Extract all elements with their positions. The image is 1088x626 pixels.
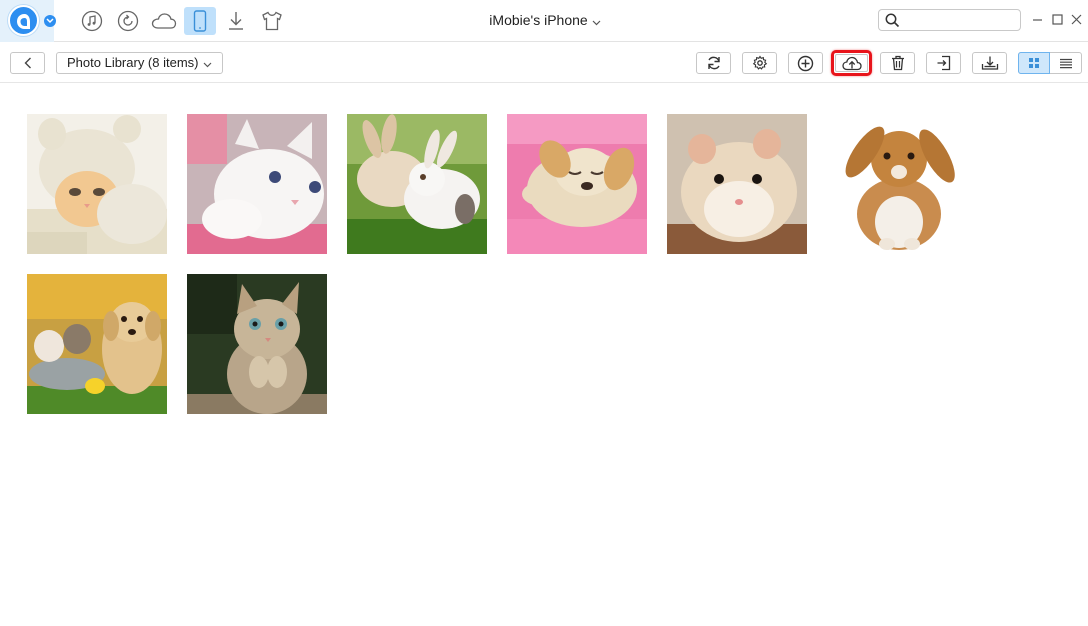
list-view-button[interactable] (1050, 53, 1081, 73)
white-kitten-photo-image (187, 114, 327, 254)
kittens-and-puppy-photo-image (27, 274, 167, 414)
title-bar: iMobie's iPhone (0, 0, 1088, 42)
library-label: Photo Library (8 items) (67, 55, 199, 70)
hamster-photo-image (667, 114, 807, 254)
photo-thumbnail[interactable] (827, 114, 967, 254)
cloud-icon[interactable] (148, 7, 180, 35)
refresh-button[interactable] (696, 52, 731, 74)
settings-icon (752, 55, 767, 70)
close-icon (1071, 14, 1081, 24)
chevron-down-icon (592, 13, 601, 29)
photo-thumbnail[interactable] (507, 114, 647, 254)
grid-view-button[interactable] (1018, 52, 1051, 74)
list-icon (1059, 58, 1072, 68)
delete-icon (891, 55, 904, 71)
export-to-device-icon (937, 55, 950, 71)
view-mode-toggle (1018, 52, 1082, 74)
search-icon (885, 13, 900, 28)
kitten-photo-image (27, 114, 167, 254)
export-to-device-button[interactable] (926, 52, 961, 74)
upload-to-cloud-button-inner[interactable] (835, 54, 868, 72)
chevron-left-icon (24, 57, 31, 69)
settings-button[interactable] (742, 52, 777, 74)
search-input[interactable] (905, 12, 1015, 28)
puppy-photo-image (507, 114, 647, 254)
export-to-pc-icon (981, 56, 998, 70)
anytrans-logo-icon[interactable] (8, 5, 39, 36)
lop-rabbit-photo-image (827, 114, 967, 254)
refresh-icon (707, 56, 720, 70)
upload-to-cloud-icon (841, 56, 862, 70)
photo-thumbnail[interactable] (667, 114, 807, 254)
add-icon (797, 55, 814, 71)
toolbar: Photo Library (8 items) (0, 43, 1088, 83)
close-button[interactable] (1068, 11, 1084, 27)
tshirt-icon[interactable] (256, 7, 288, 35)
photo-thumbnail[interactable] (187, 274, 327, 414)
photo-thumbnail[interactable] (347, 114, 487, 254)
chevron-down-icon (203, 54, 212, 74)
rabbits-photo-image (347, 114, 487, 254)
delete-button[interactable] (880, 52, 915, 74)
upload-to-cloud-button[interactable] (831, 50, 872, 76)
app-logo-area[interactable] (0, 0, 56, 42)
library-dropdown[interactable]: Photo Library (8 items) (56, 52, 223, 74)
device-name: iMobie's iPhone (489, 12, 588, 28)
download-icon[interactable] (220, 7, 252, 35)
photo-thumbnail[interactable] (27, 114, 167, 254)
tabby-kitten-photo-image (187, 274, 327, 414)
maximize-button[interactable] (1049, 11, 1065, 27)
grid-icon (1029, 58, 1039, 68)
photo-thumbnail[interactable] (27, 274, 167, 414)
search-field[interactable] (878, 9, 1021, 31)
music-icon[interactable] (76, 7, 108, 35)
export-to-pc-button[interactable] (972, 52, 1007, 74)
back-button[interactable] (10, 52, 45, 74)
chevron-down-icon[interactable] (44, 15, 56, 27)
device-selector[interactable]: iMobie's iPhone (470, 12, 620, 29)
minimize-button[interactable] (1029, 11, 1045, 27)
maximize-icon (1051, 13, 1063, 25)
minimize-icon (1032, 18, 1042, 21)
restore-icon[interactable] (112, 7, 144, 35)
photo-thumbnail[interactable] (187, 114, 327, 254)
phone-icon[interactable] (184, 7, 216, 35)
add-button[interactable] (788, 52, 823, 74)
